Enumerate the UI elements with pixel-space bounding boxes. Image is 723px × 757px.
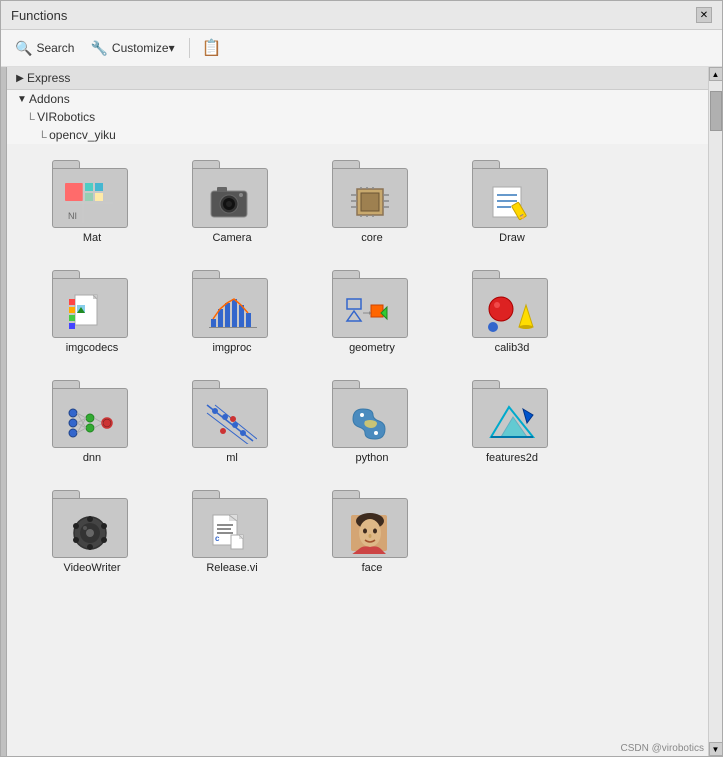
functions-window: Functions ✕ 🔍 Search 🔧 Customize▾ 📋 ▶ Ex…	[0, 0, 723, 757]
folder-dnn	[52, 378, 132, 448]
tree-and-icons: ▶ Express ▼ Addons L VIRobotics L opencv…	[7, 67, 708, 756]
folder-camera	[192, 158, 272, 228]
features2d-label: features2d	[486, 452, 538, 464]
camera-label: Camera	[212, 232, 251, 244]
content-area: ▶ Express ▼ Addons L VIRobotics L opencv…	[1, 67, 722, 756]
scroll-thumb[interactable]	[710, 91, 722, 131]
search-icon: 🔍	[15, 40, 32, 57]
geometry-svg	[343, 291, 397, 334]
svg-text:c: c	[215, 534, 220, 543]
folder-face	[332, 488, 412, 558]
folder-videowriter	[52, 488, 132, 558]
icon-item-release[interactable]: c Release.vi	[167, 484, 297, 578]
search-button[interactable]: 🔍 Search	[9, 37, 80, 60]
icon-item-mat[interactable]: NI Mat	[27, 154, 157, 248]
book-icon[interactable]: 📋	[198, 36, 226, 60]
watermark-text: CSDN @virobotics	[620, 743, 704, 754]
scroll-up-arrow[interactable]: ▲	[709, 67, 723, 81]
dnn-svg	[63, 401, 117, 444]
release-svg: c	[203, 511, 257, 554]
customize-button[interactable]: 🔧 Customize▾	[84, 37, 180, 60]
icon-item-core[interactable]: core	[307, 154, 437, 248]
icon-item-features2d[interactable]: features2d	[447, 374, 577, 468]
videowriter-svg	[63, 511, 117, 554]
scrollbar[interactable]: ▲ ▼	[708, 67, 722, 756]
folder-core	[332, 158, 412, 228]
icon-item-imgcodecs[interactable]: imgcodecs	[27, 264, 157, 358]
addons-label: Addons	[29, 92, 70, 106]
virobotics-label: VIRobotics	[37, 110, 95, 124]
folder-imgcodecs	[52, 268, 132, 338]
python-label: python	[355, 452, 388, 464]
calib3d-label: calib3d	[495, 342, 530, 354]
folder-python	[332, 378, 412, 448]
toolbar-divider	[189, 38, 190, 58]
customize-icon: 🔧	[90, 40, 107, 57]
mat-label: Mat	[83, 232, 101, 244]
python-svg	[343, 401, 397, 444]
icon-item-imgproc[interactable]: imgproc	[167, 264, 297, 358]
camera-svg	[203, 181, 257, 224]
calib3d-svg	[483, 291, 537, 334]
title-bar: Functions ✕	[1, 1, 722, 30]
draw-label: Draw	[499, 232, 525, 244]
customize-label: Customize▾	[112, 41, 175, 55]
search-label: Search	[36, 41, 74, 55]
tree-row-opencv[interactable]: L opencv_yiku	[7, 126, 708, 144]
folder-calib3d	[472, 268, 552, 338]
imgcodecs-svg	[63, 291, 117, 334]
geometry-label: geometry	[349, 342, 395, 354]
folder-geometry	[332, 268, 412, 338]
toolbar: 🔍 Search 🔧 Customize▾ 📋	[1, 30, 722, 67]
imgproc-svg	[203, 291, 257, 334]
tree-row-addons[interactable]: ▼ Addons	[7, 90, 708, 108]
dnn-label: dnn	[83, 452, 101, 464]
tree-section: ▶ Express ▼ Addons L VIRobotics L opencv…	[7, 67, 708, 144]
addons-expand-icon[interactable]: ▼	[15, 92, 29, 106]
folder-release: c	[192, 488, 272, 558]
scroll-down-arrow[interactable]: ▼	[709, 742, 723, 756]
icon-item-draw[interactable]: Draw	[447, 154, 577, 248]
icon-item-face[interactable]: face	[307, 484, 437, 578]
mat-svg: NI	[63, 181, 117, 224]
icon-item-python[interactable]: python	[307, 374, 437, 468]
icon-item-dnn[interactable]: dnn	[27, 374, 157, 468]
imgcodecs-label: imgcodecs	[66, 342, 119, 354]
release-label: Release.vi	[206, 562, 257, 574]
folder-mat: NI	[52, 158, 132, 228]
tree-row-express[interactable]: ▶ Express	[7, 67, 708, 90]
icon-item-videowriter[interactable]: VideoWriter	[27, 484, 157, 578]
folder-ml	[192, 378, 272, 448]
icon-item-calib3d[interactable]: calib3d	[447, 264, 577, 358]
tree-row-virobotics[interactable]: L VIRobotics	[7, 108, 708, 126]
ml-label: ml	[226, 452, 238, 464]
face-label: face	[362, 562, 383, 574]
express-label: Express	[27, 71, 70, 85]
folder-draw	[472, 158, 552, 228]
imgproc-label: imgproc	[212, 342, 251, 354]
icon-item-camera[interactable]: Camera	[167, 154, 297, 248]
features2d-svg	[483, 401, 537, 444]
window-title: Functions	[11, 8, 67, 23]
svg-text:NI: NI	[68, 211, 77, 221]
videowriter-label: VideoWriter	[63, 562, 120, 574]
close-button[interactable]: ✕	[696, 7, 712, 23]
express-expand-icon[interactable]: ▶	[13, 71, 27, 85]
icon-item-geometry[interactable]: geometry	[307, 264, 437, 358]
opencv-connector: L	[41, 129, 47, 141]
icons-grid: NI Mat	[27, 154, 698, 578]
opencv-label: opencv_yiku	[49, 128, 116, 142]
folder-imgproc	[192, 268, 272, 338]
icon-item-ml[interactable]: ml	[167, 374, 297, 468]
draw-svg	[483, 181, 537, 224]
watermark: CSDN @virobotics	[7, 741, 708, 756]
folder-features2d	[472, 378, 552, 448]
ml-svg	[203, 401, 257, 444]
scroll-track[interactable]	[709, 81, 723, 742]
virobotics-connector: L	[29, 111, 35, 123]
face-svg	[343, 511, 397, 554]
core-svg	[343, 181, 397, 224]
core-label: core	[361, 232, 382, 244]
icons-scroll-area[interactable]: NI Mat	[7, 144, 708, 741]
